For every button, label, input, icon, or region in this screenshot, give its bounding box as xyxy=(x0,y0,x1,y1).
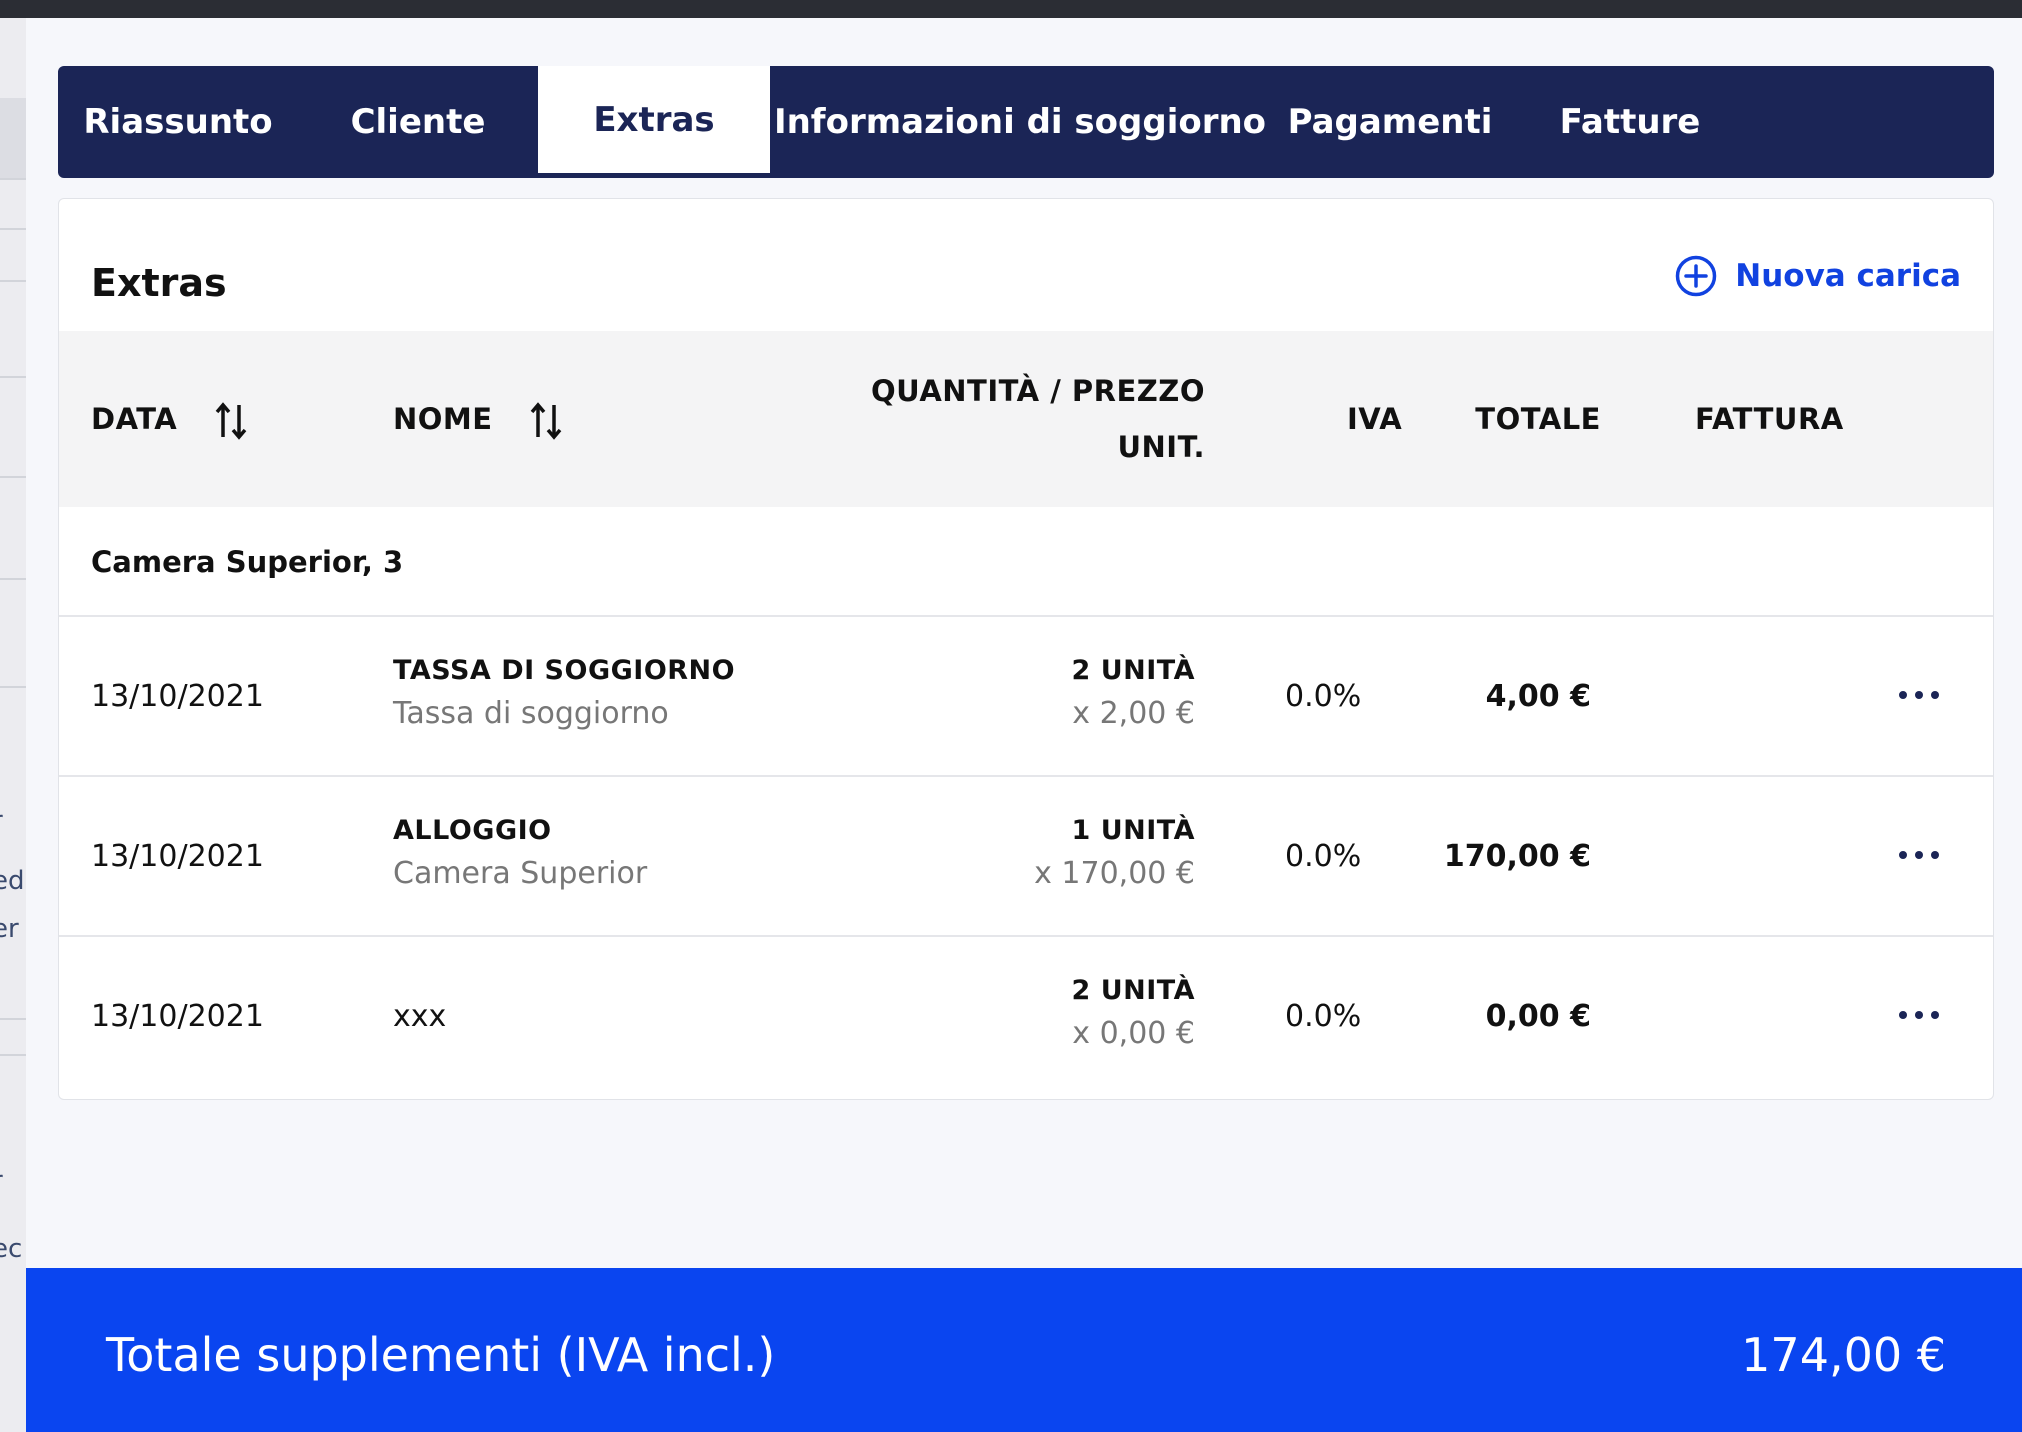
tab-bar: Riassunto Cliente Extras Informazioni di… xyxy=(58,66,1994,178)
table-row: 13/10/2021 xxx 2 UNITÀ x 0,00 € 0.0% 0,0… xyxy=(59,937,1993,1097)
room-group-row: Camera Superior, 3 xyxy=(59,507,1993,617)
extras-card: Extras Nuova carica DATA NOME QUANTITÀ /… xyxy=(58,198,1994,1100)
row-date: 13/10/2021 xyxy=(91,999,264,1034)
header-date: DATA xyxy=(91,391,248,447)
header-invoice: FATTURA xyxy=(1695,402,1844,436)
row-qty-price: 2 UNITÀ x 0,00 € xyxy=(1071,975,1195,1051)
row-name: xxx xyxy=(393,999,447,1034)
plus-circle-icon xyxy=(1676,255,1717,297)
row-total: 4,00 € xyxy=(1485,679,1591,714)
row-qty-price: 2 UNITÀ x 2,00 € xyxy=(1071,655,1195,731)
table-row: 13/10/2021 ALLOGGIO Camera Superior 1 UN… xyxy=(59,777,1993,937)
sort-icon[interactable] xyxy=(214,401,248,441)
more-options-icon[interactable] xyxy=(1899,835,1939,875)
row-name: TASSA DI SOGGIORNO Tassa di soggiorno xyxy=(393,655,736,731)
footer-total-value: 174,00 € xyxy=(1741,1328,1946,1382)
tab-extras[interactable]: Extras xyxy=(538,66,770,178)
row-vat: 0.0% xyxy=(1285,999,1362,1034)
tab-fatture[interactable]: Fatture xyxy=(1510,66,1750,178)
row-vat: 0.0% xyxy=(1285,839,1362,874)
header-total: TOTALE xyxy=(1475,402,1601,436)
header-qty-price: QUANTITÀ / PREZZO UNIT. xyxy=(871,374,1205,464)
row-date: 13/10/2021 xyxy=(91,679,264,714)
total-footer: Totale supplementi (IVA incl.) 174,00 € xyxy=(26,1268,2022,1432)
new-charge-label: Nuova carica xyxy=(1735,258,1961,294)
tab-informazioni-soggiorno[interactable]: Informazioni di soggiorno xyxy=(770,66,1270,178)
tab-riassunto[interactable]: Riassunto xyxy=(58,66,298,178)
table-row: 13/10/2021 TASSA DI SOGGIORNO Tassa di s… xyxy=(59,617,1993,777)
background-page: r ed er r ec xyxy=(0,18,26,1432)
table-header: DATA NOME QUANTITÀ / PREZZO UNIT. IVA TO… xyxy=(59,331,1993,507)
more-options-icon[interactable] xyxy=(1899,675,1939,715)
row-vat: 0.0% xyxy=(1285,679,1362,714)
header-vat: IVA xyxy=(1347,402,1403,436)
tab-pagamenti[interactable]: Pagamenti xyxy=(1270,66,1510,178)
tab-cliente[interactable]: Cliente xyxy=(298,66,538,178)
more-options-icon[interactable] xyxy=(1899,995,1939,1035)
room-group-label: Camera Superior, 3 xyxy=(91,545,404,579)
row-date: 13/10/2021 xyxy=(91,839,264,874)
sort-icon[interactable] xyxy=(529,401,563,441)
extras-drawer: Riassunto Cliente Extras Informazioni di… xyxy=(26,18,2022,1432)
row-qty-price: 1 UNITÀ x 170,00 € xyxy=(1034,815,1195,891)
row-total: 170,00 € xyxy=(1443,839,1591,874)
header-name: NOME xyxy=(393,391,563,447)
row-name: ALLOGGIO Camera Superior xyxy=(393,815,648,891)
new-charge-button[interactable]: Nuova carica xyxy=(1675,255,1961,297)
row-total: 0,00 € xyxy=(1485,999,1591,1034)
footer-total-label: Totale supplementi (IVA incl.) xyxy=(106,1328,776,1382)
card-title: Extras xyxy=(91,261,227,305)
